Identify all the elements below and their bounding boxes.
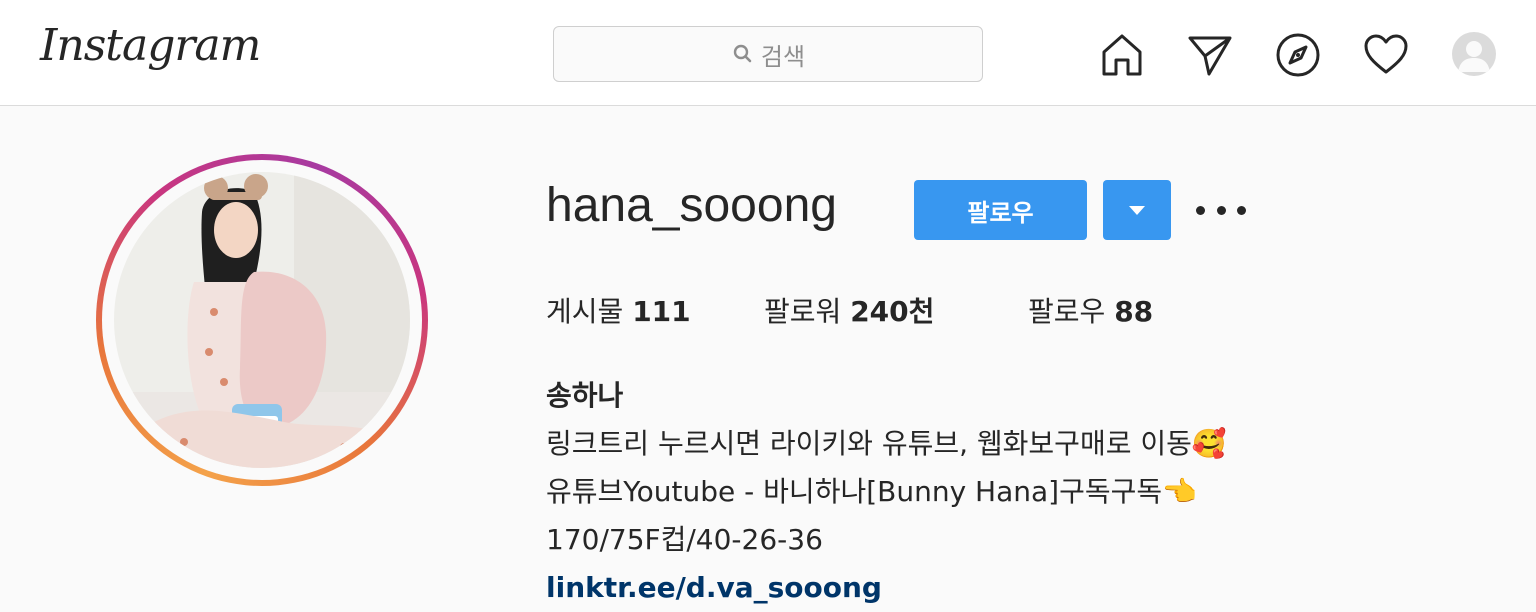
profile-bio: 송하나 링크트리 누르시면 라이키와 유튜브, 웹화보구매로 이동🥰 유튜브Yo… [546, 372, 1227, 612]
suggested-accounts-dropdown-button[interactable] [1103, 180, 1171, 240]
instagram-logo[interactable]: Instagram [40, 20, 261, 71]
profile-username: hana_sooong [546, 179, 837, 232]
following-count[interactable]: 팔로우 88 [1028, 290, 1153, 330]
profile-picture [114, 172, 410, 468]
activity-heart-icon[interactable] [1363, 32, 1409, 78]
followers-count[interactable]: 팔로워 240천 [764, 290, 934, 330]
direct-message-icon[interactable] [1187, 32, 1233, 78]
following-label: 팔로우 [1028, 295, 1106, 328]
caret-down-icon [1129, 205, 1145, 215]
profile-website-link[interactable]: linktr.ee/d.va_sooong [546, 564, 1227, 612]
more-dot-icon [1216, 205, 1226, 215]
home-icon[interactable] [1099, 32, 1145, 78]
top-navigation-bar: Instagram 검색 [0, 0, 1536, 106]
search-placeholder: 검색 [760, 42, 806, 71]
more-dot-icon [1237, 205, 1246, 215]
bio-line: 170/75F컵/40-26-36 [546, 523, 823, 556]
follow-button[interactable]: 팔로우 [914, 180, 1087, 240]
search-icon [733, 44, 752, 63]
posts-label: 게시물 [546, 295, 624, 328]
profile-avatar[interactable] [1452, 32, 1496, 76]
following-value: 88 [1114, 295, 1154, 328]
profile-picture-story-ring[interactable] [96, 154, 428, 486]
posts-value: 111 [632, 295, 691, 328]
bio-line: 유튜브Youtube - 바니하나[Bunny Hana]구독구독👈 [546, 475, 1197, 508]
more-options-button[interactable] [1196, 195, 1246, 225]
search-input[interactable]: 검색 [553, 26, 983, 82]
default-avatar-icon [1458, 41, 1490, 72]
explore-icon[interactable] [1275, 32, 1321, 78]
posts-count: 게시물 111 [546, 290, 691, 330]
bio-line: 링크트리 누르시면 라이키와 유튜브, 웹화보구매로 이동🥰 [546, 427, 1227, 460]
more-dot-icon [1196, 205, 1205, 215]
followers-label: 팔로워 [764, 295, 842, 328]
profile-full-name: 송하나 [546, 379, 624, 412]
followers-value: 240천 [850, 295, 935, 328]
